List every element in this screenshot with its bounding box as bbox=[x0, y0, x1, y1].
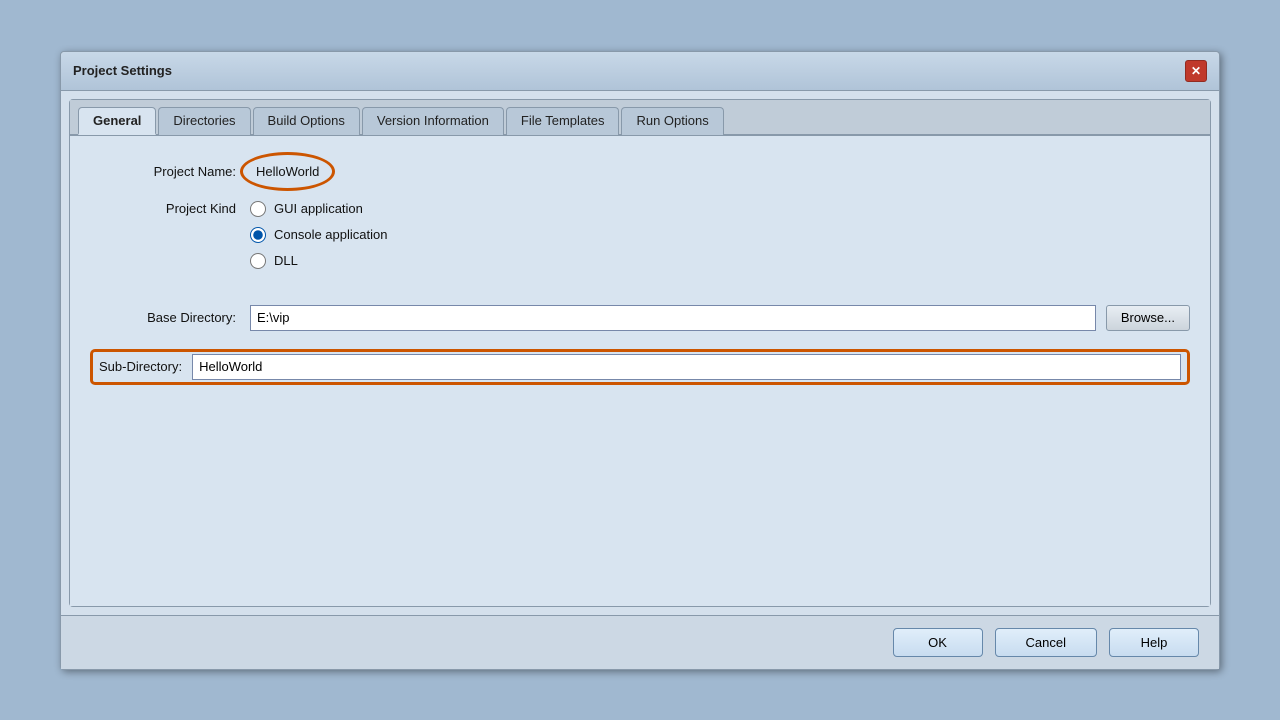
project-name-row: Project Name: HelloWorld bbox=[90, 160, 1190, 183]
radio-row-console: Console application bbox=[250, 227, 387, 243]
dialog-footer: OK Cancel Help bbox=[61, 615, 1219, 669]
base-directory-input[interactable] bbox=[250, 305, 1096, 331]
tab-version-information[interactable]: Version Information bbox=[362, 107, 504, 135]
sub-directory-label: Sub-Directory: bbox=[99, 359, 192, 374]
project-name-label: Project Name: bbox=[90, 164, 250, 179]
tab-directories[interactable]: Directories bbox=[158, 107, 250, 135]
radio-gui[interactable] bbox=[250, 201, 266, 217]
dialog-window: Project Settings ✕ General Directories B… bbox=[60, 51, 1220, 670]
radio-dll-label[interactable]: DLL bbox=[274, 253, 298, 268]
dialog-title: Project Settings bbox=[73, 63, 172, 78]
dialog-body: General Directories Build Options Versio… bbox=[69, 99, 1211, 607]
radio-row-dll: DLL bbox=[250, 253, 387, 269]
base-directory-row: Base Directory: Browse... bbox=[90, 305, 1190, 331]
help-button[interactable]: Help bbox=[1109, 628, 1199, 657]
tab-general[interactable]: General bbox=[78, 107, 156, 135]
radio-row-gui: GUI application bbox=[250, 201, 387, 217]
base-directory-label: Base Directory: bbox=[90, 310, 250, 325]
title-bar: Project Settings ✕ bbox=[61, 52, 1219, 91]
project-kind-radio-group: GUI application Console application DLL bbox=[250, 201, 387, 269]
tab-file-templates[interactable]: File Templates bbox=[506, 107, 620, 135]
ok-button[interactable]: OK bbox=[893, 628, 983, 657]
close-button[interactable]: ✕ bbox=[1185, 60, 1207, 82]
tab-content-general: Project Name: HelloWorld Project Kind GU… bbox=[70, 136, 1210, 606]
radio-console-label[interactable]: Console application bbox=[274, 227, 387, 242]
project-kind-section: Project Kind GUI application Console app… bbox=[90, 201, 1190, 287]
project-name-container: HelloWorld bbox=[250, 160, 1190, 183]
browse-button[interactable]: Browse... bbox=[1106, 305, 1190, 331]
project-kind-label: Project Kind bbox=[90, 201, 250, 216]
sub-directory-row: Sub-Directory: bbox=[90, 349, 1190, 385]
tab-bar: General Directories Build Options Versio… bbox=[70, 100, 1210, 136]
tab-build-options[interactable]: Build Options bbox=[253, 107, 360, 135]
tab-run-options[interactable]: Run Options bbox=[621, 107, 723, 135]
sub-directory-input[interactable] bbox=[192, 354, 1181, 380]
radio-gui-label[interactable]: GUI application bbox=[274, 201, 363, 216]
radio-console[interactable] bbox=[250, 227, 266, 243]
sub-directory-highlight: Sub-Directory: bbox=[90, 349, 1190, 385]
cancel-button[interactable]: Cancel bbox=[995, 628, 1097, 657]
radio-dll[interactable] bbox=[250, 253, 266, 269]
